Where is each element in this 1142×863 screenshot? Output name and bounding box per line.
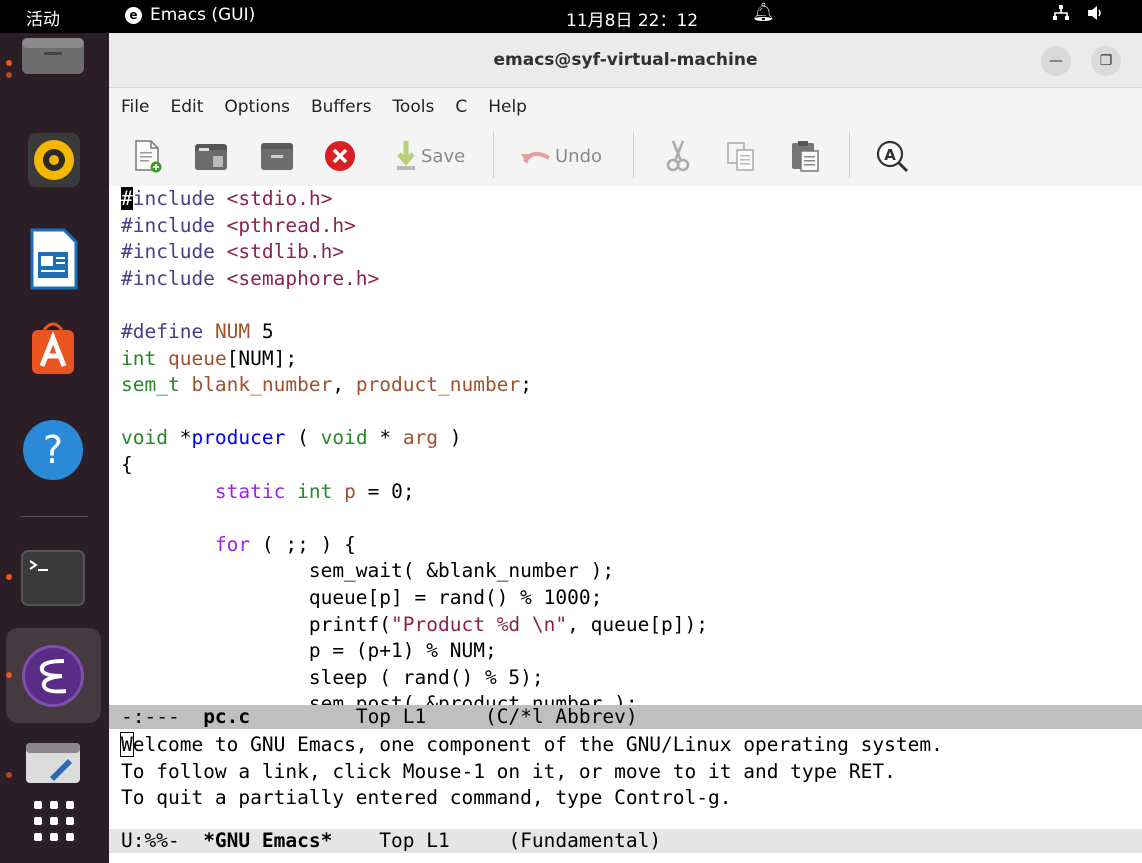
close-icon bbox=[325, 141, 355, 171]
running-indicator bbox=[6, 72, 12, 78]
close-buffer-button[interactable] bbox=[323, 138, 357, 174]
dock-separator bbox=[20, 516, 88, 517]
running-indicator bbox=[6, 60, 12, 66]
menu-bar: File Edit Options Buffers Tools C Help bbox=[109, 88, 1142, 126]
toolbar-separator bbox=[849, 132, 850, 178]
save-button[interactable]: Save bbox=[395, 138, 465, 174]
buffer-status: U:%%- bbox=[121, 829, 180, 852]
buffer-position: Top L1 bbox=[379, 829, 450, 852]
dired-icon bbox=[261, 143, 293, 170]
major-mode[interactable]: (C/*l Abbrev) bbox=[485, 705, 638, 728]
major-mode[interactable]: (Fundamental) bbox=[508, 829, 661, 852]
svg-text:?: ? bbox=[43, 428, 63, 472]
buffer-position: Top L1 bbox=[355, 705, 427, 728]
save-label: Save bbox=[421, 145, 466, 167]
app-center-icon[interactable] bbox=[20, 318, 86, 384]
system-tray[interactable] bbox=[1052, 4, 1106, 27]
terminal-icon[interactable] bbox=[20, 545, 86, 611]
files-icon[interactable] bbox=[20, 38, 86, 104]
undo-label: Undo bbox=[555, 145, 603, 167]
menu-tools[interactable]: Tools bbox=[392, 97, 434, 117]
help-icon[interactable]: ? bbox=[20, 417, 86, 483]
toolbar-separator bbox=[493, 132, 494, 178]
menu-edit[interactable]: Edit bbox=[170, 97, 203, 117]
save-icon bbox=[397, 141, 415, 170]
search-button[interactable]: A bbox=[875, 138, 911, 174]
network-icon[interactable] bbox=[1052, 4, 1070, 27]
minimize-button[interactable]: — bbox=[1041, 46, 1071, 76]
bell-icon[interactable]: 🔔︎ bbox=[752, 2, 775, 23]
emacs-icon[interactable] bbox=[20, 643, 86, 709]
paste-button[interactable] bbox=[789, 138, 821, 174]
maximize-button[interactable]: ❐ bbox=[1091, 46, 1121, 76]
scissors-icon bbox=[666, 140, 690, 172]
svg-text:A: A bbox=[884, 146, 896, 164]
buffer-name[interactable]: pc.c bbox=[203, 705, 250, 728]
activities-button[interactable]: 活动 bbox=[26, 5, 60, 30]
menu-file[interactable]: File bbox=[121, 97, 149, 117]
menu-buffers[interactable]: Buffers bbox=[311, 97, 371, 117]
clock[interactable]: 11月8日 22：12 bbox=[566, 6, 698, 31]
rhythmbox-icon[interactable] bbox=[20, 127, 86, 193]
window-title: emacs@syf-virtual-machine bbox=[493, 50, 758, 70]
minibuffer[interactable] bbox=[109, 853, 1142, 863]
directory-button[interactable] bbox=[259, 138, 295, 174]
gnu-emacs-buffer[interactable]: Welcome to GNU Emacs, one component of t… bbox=[109, 729, 1142, 829]
new-file-button[interactable] bbox=[133, 138, 163, 174]
paste-icon bbox=[792, 141, 819, 172]
open-folder-button[interactable] bbox=[193, 138, 229, 174]
copy-button[interactable] bbox=[725, 138, 757, 174]
menu-options[interactable]: Options bbox=[224, 97, 290, 117]
new-file-icon bbox=[135, 140, 162, 173]
mode-line-active[interactable]: -:--- pc.c Top L1 (C/*l Abbrev) bbox=[109, 705, 1142, 729]
emacs-app-icon: e bbox=[125, 6, 142, 24]
text-editor-icon[interactable] bbox=[20, 739, 86, 805]
menu-help[interactable]: Help bbox=[488, 97, 527, 117]
running-indicator bbox=[6, 574, 12, 580]
libreoffice-writer-icon[interactable] bbox=[20, 226, 86, 292]
undo-button[interactable]: Undo bbox=[519, 138, 602, 174]
running-indicator bbox=[6, 672, 12, 678]
dock: ? bbox=[0, 33, 109, 863]
toolbar-separator bbox=[633, 132, 634, 178]
mode-line-inactive[interactable]: U:%%- *GNU Emacs* Top L1 (Fundamental) bbox=[109, 829, 1142, 853]
running-indicator bbox=[6, 772, 12, 778]
window-titlebar[interactable]: emacs@syf-virtual-machine — ❐ bbox=[109, 33, 1142, 88]
show-apps-icon[interactable] bbox=[30, 797, 80, 847]
buffer-status: -:--- bbox=[121, 705, 180, 728]
cut-button[interactable] bbox=[665, 138, 691, 174]
app-name: Emacs (GUI) bbox=[150, 5, 256, 25]
folder-icon bbox=[195, 144, 227, 170]
source-code[interactable]: #include <stdio.h> #include <pthread.h> … bbox=[109, 186, 1142, 705]
search-icon: A bbox=[876, 140, 909, 173]
toolbar: Save Undo A bbox=[109, 126, 1142, 186]
welcome-text: Welcome to GNU Emacs, one component of t… bbox=[120, 732, 943, 810]
editor-buffer[interactable]: #include <stdio.h> #include <pthread.h> … bbox=[109, 186, 1142, 705]
menu-c[interactable]: C bbox=[455, 97, 467, 117]
copy-icon bbox=[727, 142, 754, 171]
top-bar: 活动 e Emacs (GUI) 11月8日 22：12 🔔︎ bbox=[0, 0, 1142, 33]
volume-icon[interactable] bbox=[1086, 4, 1106, 27]
undo-icon bbox=[521, 151, 551, 164]
buffer-name[interactable]: *GNU Emacs* bbox=[203, 829, 332, 852]
app-menu[interactable]: e Emacs (GUI) bbox=[125, 5, 255, 25]
